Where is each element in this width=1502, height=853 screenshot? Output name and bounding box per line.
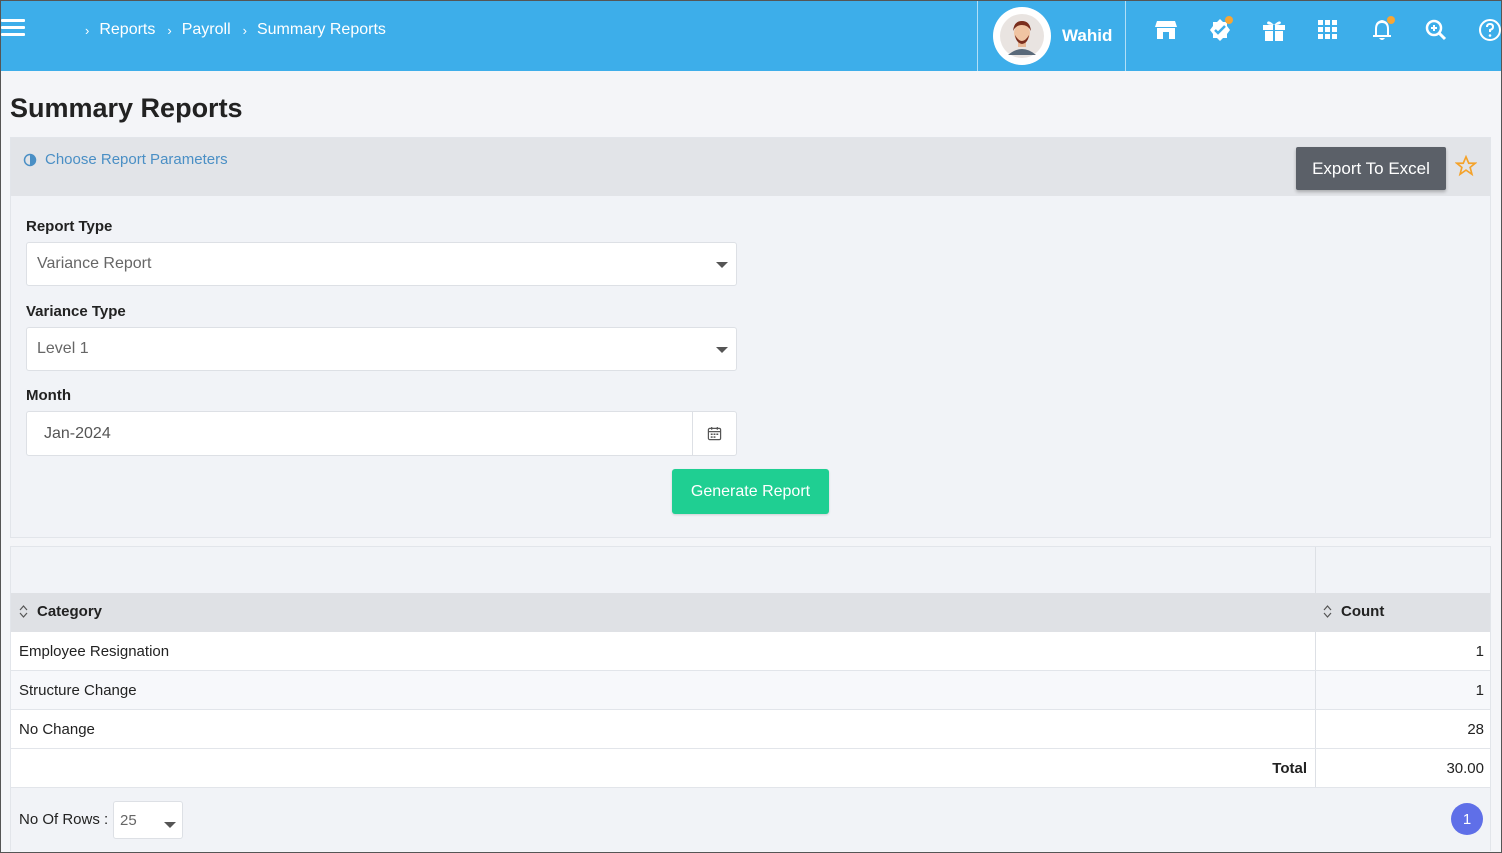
rows-per-page-value: 25 bbox=[120, 812, 137, 829]
table-footer: No Of Rows : 25 1 bbox=[11, 789, 1490, 851]
notification-dot bbox=[1225, 16, 1233, 24]
caret-down-icon bbox=[164, 822, 176, 828]
user-name: Wahid bbox=[1062, 26, 1113, 45]
column-header-category[interactable]: Category bbox=[19, 603, 102, 620]
report-parameters-panel: Choose Report Parameters Export To Excel… bbox=[10, 137, 1491, 538]
caret-down-icon bbox=[716, 262, 728, 268]
count-cell: 1 bbox=[1315, 632, 1492, 670]
month-input[interactable] bbox=[27, 412, 693, 455]
report-type-value: Variance Report bbox=[37, 255, 152, 272]
breadcrumb-reports[interactable]: Reports bbox=[99, 21, 155, 39]
choose-report-parameters-label: Choose Report Parameters bbox=[45, 151, 228, 168]
bell-icon[interactable] bbox=[1367, 15, 1397, 45]
help-icon[interactable] bbox=[1475, 15, 1502, 45]
month-label: Month bbox=[26, 387, 71, 404]
star-icon[interactable] bbox=[1454, 154, 1478, 182]
gift-icon[interactable] bbox=[1259, 15, 1289, 45]
table-row: Employee Resignation 1 bbox=[11, 632, 1490, 671]
chevron-right-icon: › bbox=[167, 22, 172, 38]
column-count-label: Count bbox=[1341, 603, 1385, 620]
generate-report-button[interactable]: Generate Report bbox=[672, 469, 829, 514]
chevron-right-icon: › bbox=[85, 22, 90, 38]
caret-down-icon bbox=[716, 347, 728, 353]
column-category-label: Category bbox=[37, 603, 103, 620]
summary-table: Category Count Employee Resignation 1 St… bbox=[10, 546, 1491, 851]
report-type-select[interactable]: Variance Report bbox=[26, 242, 737, 286]
notification-dot bbox=[1387, 16, 1395, 24]
month-picker bbox=[26, 411, 737, 456]
table-toolbar bbox=[11, 547, 1490, 593]
total-row: Total 30.00 bbox=[11, 749, 1490, 788]
rows-per-page-select[interactable]: 25 bbox=[113, 801, 183, 839]
hamburger-menu-icon[interactable] bbox=[1, 19, 25, 39]
apps-grid-icon[interactable] bbox=[1313, 15, 1343, 45]
parameters-header: Choose Report Parameters Export To Excel bbox=[11, 138, 1490, 196]
breadcrumb-payroll[interactable]: Payroll bbox=[182, 21, 231, 39]
variance-type-label: Variance Type bbox=[26, 303, 126, 320]
store-icon[interactable] bbox=[1151, 15, 1181, 45]
breadcrumb: › Reports › Payroll › Summary Reports bbox=[85, 19, 398, 41]
sort-icon bbox=[1323, 605, 1332, 618]
breadcrumb-summary-reports[interactable]: Summary Reports bbox=[257, 21, 386, 39]
choose-report-parameters-toggle[interactable]: Choose Report Parameters bbox=[23, 151, 228, 168]
sort-icon bbox=[19, 605, 28, 618]
rows-per-page-label: No Of Rows : bbox=[19, 811, 109, 828]
export-to-excel-button[interactable]: Export To Excel bbox=[1296, 147, 1446, 190]
avatar[interactable] bbox=[993, 7, 1051, 65]
total-value: 30.00 bbox=[1315, 749, 1492, 787]
category-cell: Structure Change bbox=[19, 682, 137, 699]
report-type-label: Report Type bbox=[26, 218, 113, 235]
count-cell: 1 bbox=[1315, 671, 1492, 709]
chevron-right-icon: › bbox=[242, 22, 247, 38]
total-label: Total bbox=[1272, 760, 1307, 777]
table-row: Structure Change 1 bbox=[11, 671, 1490, 710]
verified-icon[interactable] bbox=[1205, 15, 1235, 45]
search-zoom-icon[interactable] bbox=[1421, 15, 1451, 45]
variance-type-select[interactable]: Level 1 bbox=[26, 327, 737, 371]
table-row: No Change 28 bbox=[11, 710, 1490, 749]
variance-type-value: Level 1 bbox=[37, 340, 89, 357]
count-cell: 28 bbox=[1315, 710, 1492, 748]
category-cell: Employee Resignation bbox=[19, 643, 170, 660]
page-title: Summary Reports bbox=[10, 93, 243, 123]
top-bar: › Reports › Payroll › Summary Reports Wa… bbox=[1, 1, 1501, 71]
toggle-circle-icon bbox=[23, 153, 37, 166]
column-header-count[interactable]: Count bbox=[1323, 603, 1384, 620]
table-header: Category Count bbox=[11, 593, 1490, 632]
page-number-button[interactable]: 1 bbox=[1451, 803, 1483, 835]
calendar-icon[interactable] bbox=[692, 412, 736, 455]
user-menu[interactable]: Wahid bbox=[977, 1, 1126, 71]
category-cell: No Change bbox=[19, 721, 95, 738]
